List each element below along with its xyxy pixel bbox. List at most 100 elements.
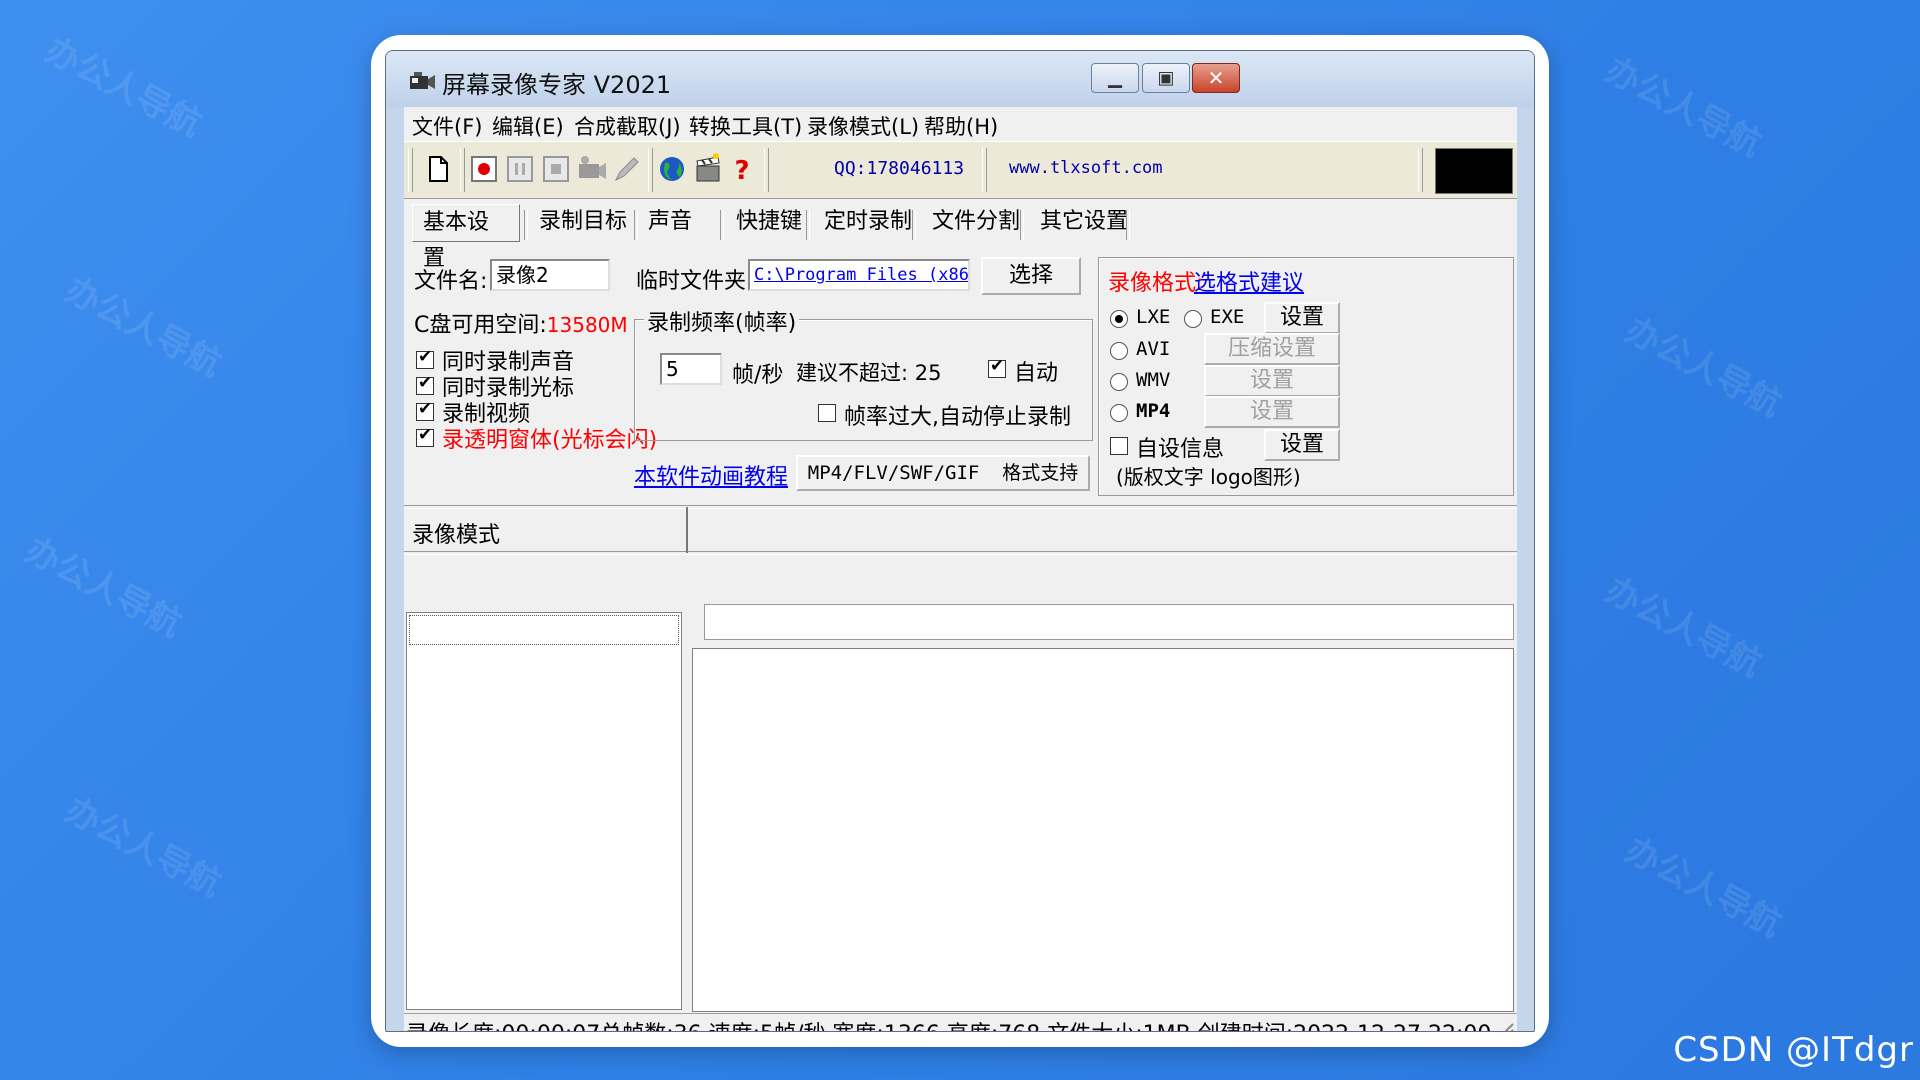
framerate-group-title: 录制频率(帧率) [644,305,800,337]
temp-folder-input[interactable]: C:\Program Files (x86)\ [748,259,970,291]
resize-grip-icon[interactable] [1495,1020,1515,1032]
qq-link[interactable]: QQ:178046113 [834,158,964,179]
disk-space-caption: C盘可用空间: [414,313,547,338]
close-button[interactable]: ✕ [1192,63,1240,93]
format-lxe-label: LXE [1136,306,1171,328]
format-lxe-radio[interactable] [1110,310,1128,328]
tab-basic[interactable]: 基本设置 [412,204,520,271]
record-cursor-checkbox[interactable] [416,373,434,395]
new-file-icon[interactable] [422,152,454,186]
app-window: 屏幕录像专家 V2021 ▁ ▣ ✕ 文件(F) 编辑(E) 合成截取(J) 转… [385,50,1535,1032]
record-transparent-checkbox[interactable] [416,425,434,447]
preview-box [1435,148,1513,194]
format-support-button[interactable]: MP4/FLV/SWF/GIF 格式支持 [796,455,1090,491]
mode-tab[interactable]: 录像模式 [404,507,688,553]
tab-hotkey[interactable]: 快捷键 [726,204,812,242]
tab-strip: 基本设置 录制目标 声音 快捷键 定时录制 文件分割 其它设置 [404,202,1517,271]
status-bar: 录像长度:00:00:07总帧数:36,速度:5帧/秒,宽度:1366,高度:7… [404,1013,1517,1032]
mode-content-panel[interactable] [692,648,1514,1012]
format-wmv-radio[interactable] [1110,373,1128,391]
tab-separator [720,210,724,240]
menu-edit[interactable]: 编辑(E) [492,111,564,141]
tutorial-link[interactable]: 本软件动画教程 [634,459,788,491]
tab-separator [1126,210,1130,240]
client-area: 文件(F) 编辑(E) 合成截取(J) 转换工具(T) 录像模式(L) 帮助(H… [404,107,1517,1031]
pen-icon[interactable] [610,152,642,186]
custom-info-checkbox[interactable] [1110,437,1128,455]
clapper-icon[interactable] [692,152,724,186]
tab-separator [806,210,810,240]
wmv-settings-button[interactable]: 设置 [1204,365,1340,397]
record-video-checkbox[interactable] [416,399,434,421]
tab-separator [912,210,916,240]
tab-audio[interactable]: 声音 [638,204,702,242]
format-mp4-label: MP4 [1136,400,1171,422]
tab-separator [1020,210,1024,240]
mp4-settings-button[interactable]: 设置 [1204,396,1340,428]
menu-convert[interactable]: 转换工具(T) [689,111,802,141]
minimize-icon: ▁ [1108,67,1122,89]
menu-file[interactable]: 文件(F) [412,111,482,141]
framerate-suggest: 建议不超过: 25 [796,361,942,385]
lxe-settings-button[interactable]: 设置 [1264,302,1340,334]
stop-icon[interactable] [540,152,572,186]
temp-folder-label: 临时文件夹: [636,269,754,294]
tab-timer[interactable]: 定时录制 [814,204,922,242]
auto-stop-label: 帧率过大,自动停止录制 [844,405,1071,430]
filename-label: 文件名: [414,269,488,294]
toolbar-separator [764,148,769,192]
format-avi-label: AVI [1136,338,1171,360]
toolbar-separator [460,148,465,192]
pause-icon[interactable] [504,152,536,186]
tab-other[interactable]: 其它设置 [1030,204,1138,242]
custom-info-note: (版权文字 logo图形) [1116,465,1301,489]
format-suggest-link[interactable]: 选格式建议 [1194,265,1304,297]
filename-input[interactable]: 录像2 [490,259,610,291]
window-title: 屏幕录像专家 V2021 [442,71,672,99]
site-link[interactable]: www.tlxsoft.com [1009,158,1163,178]
auto-framerate-checkbox[interactable] [988,356,1006,378]
toolbar-separator [982,148,987,192]
format-avi-radio[interactable] [1110,342,1128,360]
toolbar-separator [1418,148,1423,192]
compress-settings-button[interactable]: 压缩设置 [1204,333,1340,365]
record-audio-checkbox[interactable] [416,347,434,369]
auto-stop-checkbox[interactable] [818,404,836,422]
framerate-input[interactable]: 5 [660,353,722,385]
disk-space-label: C盘可用空间:13580M [414,307,628,339]
mode-tab-label: 录像模式 [412,523,501,548]
choose-button[interactable]: 选择 [981,257,1081,295]
status-text: 录像长度:00:00:07总帧数:36,速度:5帧/秒,宽度:1366,高度:7… [406,1016,1491,1031]
format-exe-label: EXE [1210,306,1245,328]
mode-list-panel[interactable] [406,612,682,1010]
menu-bar: 文件(F) 编辑(E) 合成截取(J) 转换工具(T) 录像模式(L) 帮助(H… [404,107,1517,141]
mode-header-box[interactable] [704,604,1514,640]
globe-icon[interactable] [656,152,688,186]
toolbar: ? QQ:178046113 www.tlxsoft.com [404,141,1517,199]
minimize-button[interactable]: ▁ [1091,63,1139,93]
menu-mode[interactable]: 录像模式(L) [807,111,919,141]
toolbar-grip[interactable] [408,148,413,192]
format-mp4-radio[interactable] [1110,404,1128,422]
format-exe-radio[interactable] [1184,310,1202,328]
camera-icon [410,72,435,89]
record-icon[interactable] [468,152,500,186]
maximize-icon: ▣ [1157,67,1175,89]
close-icon: ✕ [1207,66,1225,90]
format-wmv-label: WMV [1136,369,1171,391]
camera-tool-icon[interactable] [576,152,608,186]
mode-list-selection[interactable] [409,615,679,645]
disk-space-value: 13580M [546,313,628,337]
format-title: 录像格式: [1108,271,1204,296]
help-icon[interactable]: ? [726,152,758,186]
record-transparent-label: 录透明窗体(光标会闪) [442,428,658,453]
svg-text:?: ? [734,156,749,186]
title-bar[interactable]: 屏幕录像专家 V2021 ▁ ▣ ✕ [386,51,1534,107]
tab-split[interactable]: 文件分割 [922,204,1030,242]
menu-help[interactable]: 帮助(H) [924,111,998,141]
menu-compose[interactable]: 合成截取(J) [574,111,681,141]
framerate-unit: 帧/秒 [732,363,784,388]
maximize-button[interactable]: ▣ [1142,63,1190,93]
tab-target[interactable]: 录制目标 [529,204,637,242]
custom-info-settings-button[interactable]: 设置 [1264,429,1340,461]
